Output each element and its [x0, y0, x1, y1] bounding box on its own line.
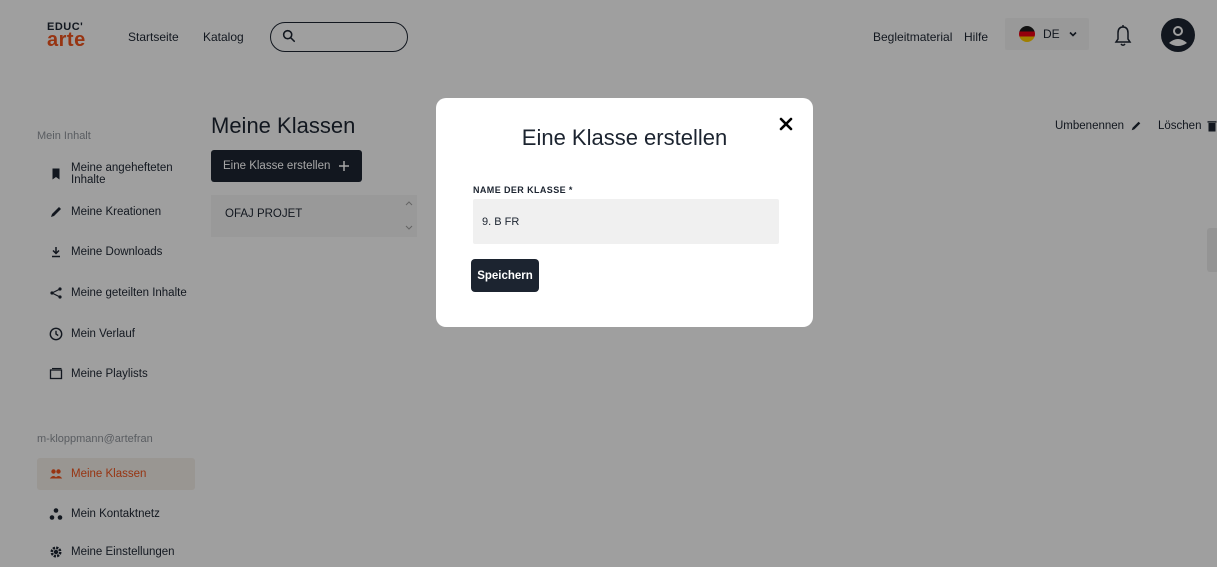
- create-class-dialog: Eine Klasse erstellen NAME DER KLASSE * …: [436, 98, 813, 327]
- class-name-input[interactable]: [473, 199, 779, 244]
- class-name-label: NAME DER KLASSE *: [473, 185, 573, 195]
- close-icon[interactable]: [776, 114, 796, 134]
- dialog-title: Eine Klasse erstellen: [521, 125, 728, 150]
- save-button[interactable]: Speichern: [471, 259, 539, 292]
